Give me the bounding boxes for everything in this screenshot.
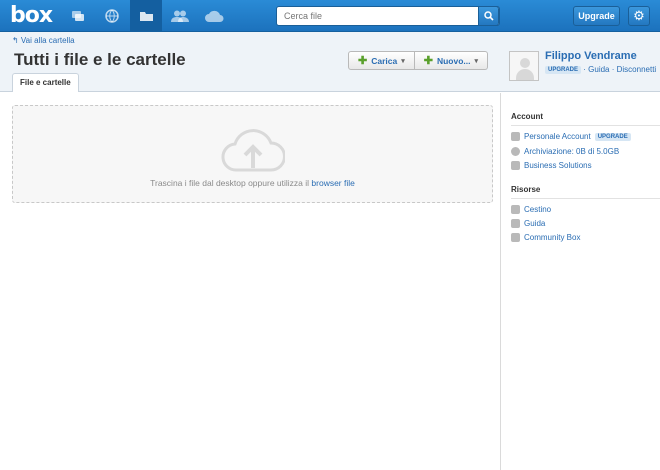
user-links: UPGRADE · Guida · Disconnetti (545, 65, 656, 74)
avatar-body (516, 69, 534, 80)
user-icon (511, 132, 520, 141)
browse-files-link[interactable]: browser file (311, 178, 354, 188)
top-bar: box Upgrade ⚙ (0, 0, 660, 32)
divider (511, 125, 660, 126)
cloud-upload-icon (221, 129, 285, 172)
sidebar-item-label: Personale Account (524, 132, 591, 141)
search-box (276, 6, 500, 26)
sidebar-item-label: Cestino (524, 205, 552, 214)
updates-icon[interactable] (62, 0, 94, 31)
upload-label: Carica (371, 55, 398, 66)
files-icon[interactable] (130, 0, 162, 31)
upgrade-badge[interactable]: UPGRADE (594, 132, 631, 141)
trash-icon (511, 205, 520, 214)
upload-drop-zone[interactable]: Trascina i file dal desktop oppure utili… (12, 105, 493, 203)
logout-link[interactable]: Disconnetti (617, 65, 657, 74)
sidebar-item-label: Business Solutions (524, 161, 592, 170)
settings-button[interactable]: ⚙ (628, 6, 650, 26)
help-link[interactable]: Guida (588, 65, 609, 74)
upload-button[interactable]: ✚ Carica ▾ (348, 51, 415, 70)
divider (511, 198, 660, 199)
sidebar-item-help[interactable]: Guida (511, 219, 545, 228)
globe-icon[interactable] (96, 0, 128, 31)
account-heading: Account (511, 112, 543, 121)
sidebar-item-personal-account[interactable]: Personale Account UPGRADE (511, 132, 631, 141)
parent-folder-link[interactable]: ↰ Vai alla cartella (12, 36, 75, 45)
user-name[interactable]: Filippo Vendrame (545, 50, 637, 62)
search-icon (483, 11, 494, 21)
tab-files-folders[interactable]: File e cartelle (12, 73, 79, 92)
sidebar-item-label: Guida (524, 219, 546, 228)
sidebar-item-community[interactable]: Community Box (511, 233, 580, 242)
search-button[interactable] (478, 6, 499, 26)
drop-text: Trascina i file dal desktop oppure utili… (150, 178, 310, 188)
sidebar-item-trash[interactable]: Cestino (511, 205, 551, 214)
sidebar-item-label: Archiviazione: 0B di 5.0GB (524, 147, 620, 156)
sidebar-item-label: Community Box (524, 233, 581, 242)
plus-icon: ✚ (423, 55, 433, 67)
collaborators-icon[interactable] (164, 0, 196, 31)
new-button[interactable]: ✚ Nuovo... ▾ (414, 51, 488, 70)
new-label: Nuovo... (436, 55, 471, 66)
sidebar-item-storage[interactable]: Archiviazione: 0B di 5.0GB (511, 147, 619, 156)
avatar[interactable] (509, 51, 539, 81)
avatar-head (520, 58, 530, 68)
help-icon (511, 219, 520, 228)
chevron-down-icon: ▾ (401, 57, 405, 65)
drop-instructions: Trascina i file dal desktop oppure utili… (13, 178, 492, 188)
chevron-down-icon: ▾ (474, 57, 478, 65)
box-logo[interactable]: box (10, 3, 53, 28)
chat-bubble-icon (511, 233, 520, 242)
upgrade-button[interactable]: Upgrade (573, 6, 620, 26)
briefcase-icon (511, 161, 520, 170)
page-header: ↰ Vai alla cartella Tutti i file e le ca… (0, 32, 660, 92)
upgrade-badge[interactable]: UPGRADE (545, 66, 582, 74)
resources-heading: Risorse (511, 185, 541, 194)
gear-icon: ⚙ (633, 8, 645, 23)
action-button-group: ✚ Carica ▾ ✚ Nuovo... ▾ (348, 51, 488, 70)
storage-pie-icon (511, 147, 520, 156)
right-sidebar: Account Personale Account UPGRADE Archiv… (500, 93, 660, 470)
plus-icon: ✚ (358, 55, 368, 67)
sidebar-item-business-solutions[interactable]: Business Solutions (511, 161, 592, 170)
page-title: Tutti i file e le cartelle (14, 50, 186, 69)
cloud-icon[interactable] (198, 0, 230, 31)
search-input[interactable] (277, 7, 477, 25)
